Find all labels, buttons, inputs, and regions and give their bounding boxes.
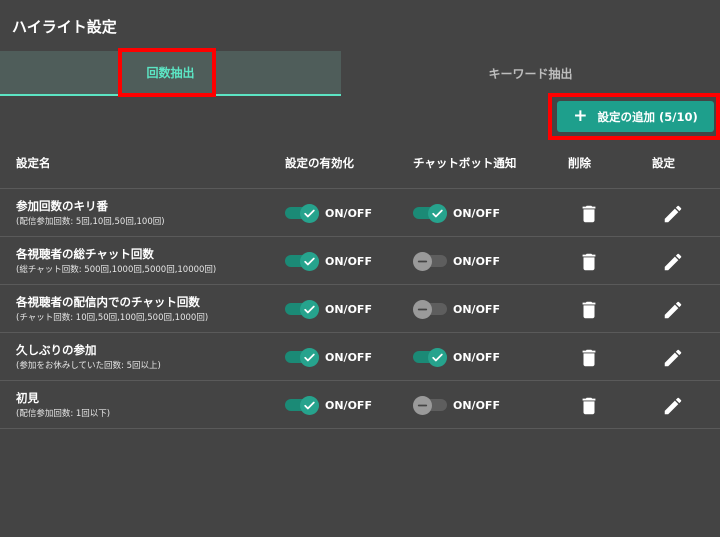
- minus-icon: [413, 300, 432, 319]
- trash-icon[interactable]: [578, 395, 600, 417]
- trash-icon[interactable]: [578, 347, 600, 369]
- trash-icon[interactable]: [578, 203, 600, 225]
- chatbot-toggle-label: ON/OFF: [453, 399, 500, 412]
- setting-description: (チャット回数: 10回,50回,100回,500回,1000回): [16, 313, 209, 323]
- table-row: 久しぶりの参加 (参加をお休みしていた回数: 5回以上) ON/OFF ON/OFF: [0, 333, 720, 381]
- pencil-icon[interactable]: [662, 203, 684, 225]
- column-header-chatbot: チャットボット通知: [413, 156, 517, 170]
- add-setting-button[interactable]: + 設定の追加 (5/10): [557, 101, 714, 132]
- setting-description: (総チャット回数: 500回,1000回,5000回,10000回): [16, 265, 217, 275]
- trash-icon[interactable]: [578, 251, 600, 273]
- pencil-icon[interactable]: [662, 347, 684, 369]
- check-icon: [300, 396, 319, 415]
- minus-icon: [413, 252, 432, 271]
- page-title: ハイライト設定: [12, 18, 117, 36]
- setting-name: 各視聴者の配信内でのチャット回数: [16, 295, 200, 309]
- check-icon: [428, 204, 447, 223]
- minus-icon: [413, 396, 432, 415]
- tab-count-extraction[interactable]: 回数抽出: [0, 51, 341, 96]
- chatbot-toggle-label: ON/OFF: [453, 303, 500, 316]
- chatbot-toggle[interactable]: [413, 252, 453, 271]
- enable-toggle[interactable]: [285, 348, 325, 367]
- enable-toggle-label: ON/OFF: [325, 351, 372, 364]
- check-icon: [428, 348, 447, 367]
- pencil-icon[interactable]: [662, 299, 684, 321]
- trash-icon[interactable]: [578, 299, 600, 321]
- chatbot-toggle-label: ON/OFF: [453, 207, 500, 220]
- setting-name: 参加回数のキリ番: [16, 199, 108, 213]
- check-icon: [300, 300, 319, 319]
- setting-name: 各視聴者の総チャット回数: [16, 247, 154, 261]
- enable-toggle[interactable]: [285, 300, 325, 319]
- enable-toggle[interactable]: [285, 396, 325, 415]
- enable-toggle-label: ON/OFF: [325, 399, 372, 412]
- tab-keyword-extraction[interactable]: キーワード抽出: [341, 51, 720, 96]
- setting-description: (参加をお休みしていた回数: 5回以上): [16, 361, 161, 371]
- enable-toggle-label: ON/OFF: [325, 303, 372, 316]
- check-icon: [300, 252, 319, 271]
- plus-icon: +: [573, 106, 588, 126]
- chatbot-toggle[interactable]: [413, 204, 453, 223]
- table-row: 各視聴者の総チャット回数 (総チャット回数: 500回,1000回,5000回,1…: [0, 237, 720, 285]
- table-row: 参加回数のキリ番 (配信参加回数: 5回,10回,50回,100回) ON/OFF O…: [0, 189, 720, 237]
- enable-toggle-label: ON/OFF: [325, 207, 372, 220]
- tab-bar: 回数抽出 キーワード抽出: [0, 51, 720, 96]
- column-header-name: 設定名: [16, 156, 51, 170]
- table-row: 初見 (配信参加回数: 1回以下) ON/OFF ON/OFF: [0, 381, 720, 429]
- setting-description: (配信参加回数: 5回,10回,50回,100回): [16, 217, 165, 227]
- add-setting-label: 設定の追加 (5/10): [597, 109, 698, 124]
- setting-name: 久しぶりの参加: [16, 343, 97, 357]
- pencil-icon[interactable]: [662, 395, 684, 417]
- chatbot-toggle-label: ON/OFF: [453, 255, 500, 268]
- column-header-delete: 削除: [568, 156, 591, 170]
- chatbot-toggle[interactable]: [413, 348, 453, 367]
- enable-toggle[interactable]: [285, 204, 325, 223]
- column-header-enable: 設定の有効化: [285, 156, 354, 170]
- column-header-settings: 設定: [652, 156, 675, 170]
- chatbot-toggle-label: ON/OFF: [453, 351, 500, 364]
- enable-toggle[interactable]: [285, 252, 325, 271]
- enable-toggle-label: ON/OFF: [325, 255, 372, 268]
- chatbot-toggle[interactable]: [413, 300, 453, 319]
- check-icon: [300, 348, 319, 367]
- table-row: 各視聴者の配信内でのチャット回数 (チャット回数: 10回,50回,100回,50…: [0, 285, 720, 333]
- pencil-icon[interactable]: [662, 251, 684, 273]
- setting-name: 初見: [16, 391, 39, 405]
- setting-description: (配信参加回数: 1回以下): [16, 409, 111, 419]
- check-icon: [300, 204, 319, 223]
- chatbot-toggle[interactable]: [413, 396, 453, 415]
